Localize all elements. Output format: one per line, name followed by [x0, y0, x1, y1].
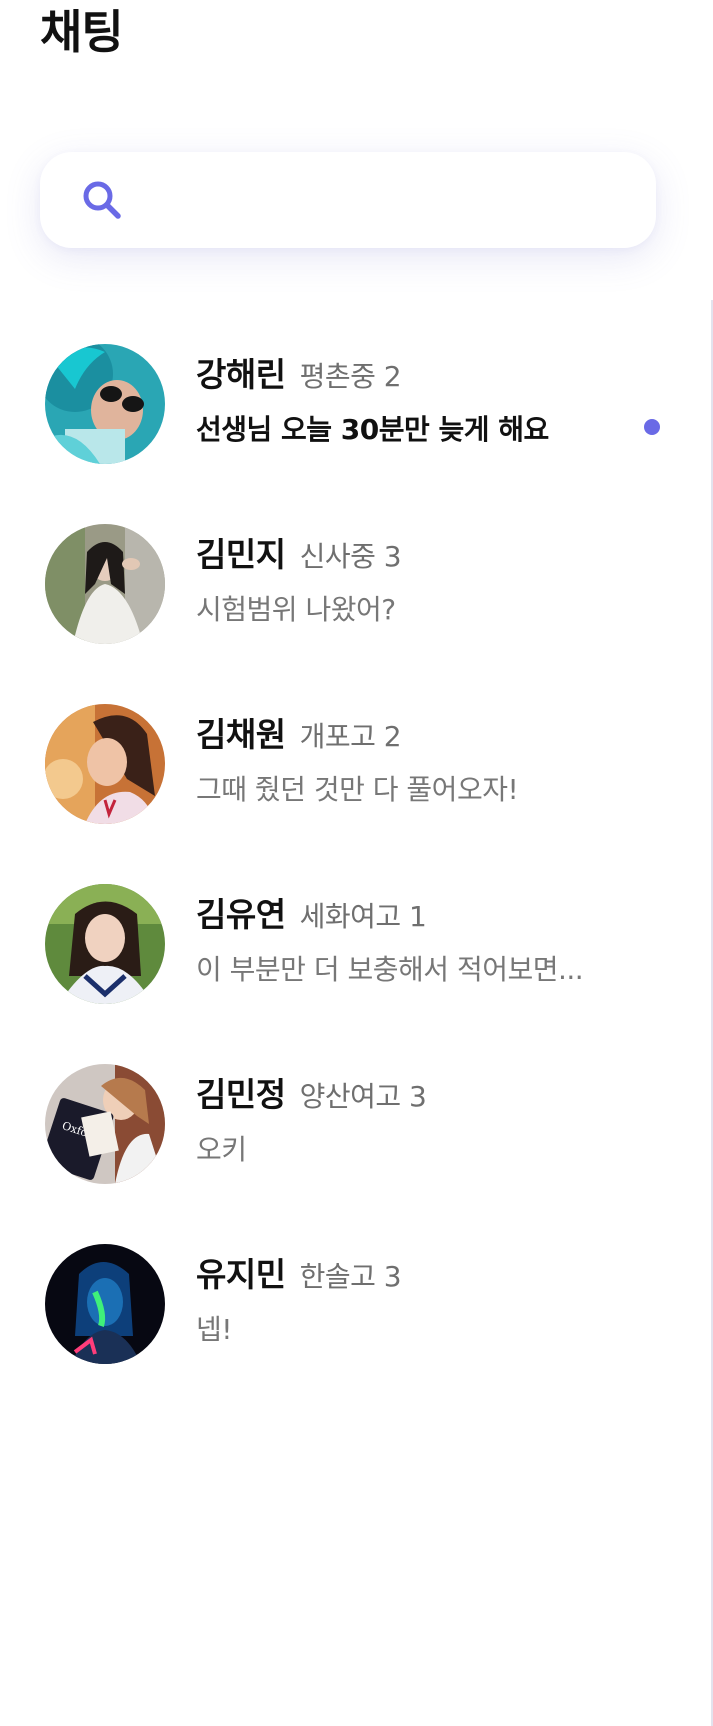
avatar: [45, 884, 165, 1004]
contact-school: 개포고 2: [299, 720, 402, 753]
avatar: Oxford: [45, 1064, 165, 1184]
avatar: [45, 1244, 165, 1364]
chat-item-kim-yuyeon[interactable]: 김유연 세화여고 1 이 부분만 더 보충해서 적어보면...: [0, 880, 700, 1030]
chat-item-kim-chaewon[interactable]: 김채원 개포고 2 그때 줬던 것만 다 풀어오자!: [0, 700, 700, 850]
search-bar[interactable]: [40, 152, 656, 248]
contact-name: 김채원 개포고 2: [196, 715, 402, 754]
last-message: 이 부분만 더 보충해서 적어보면...: [196, 953, 584, 986]
contact-school: 세화여고 1: [299, 900, 427, 933]
contact-school: 평촌중 2: [299, 360, 402, 393]
contact-name: 김민정 양산여고 3: [196, 1075, 427, 1114]
last-message: 넵!: [196, 1313, 233, 1346]
unread-indicator: [644, 419, 660, 435]
last-message: 선생님 오늘 30분만 늦게 해요: [196, 413, 549, 446]
contact-school: 한솔고 3: [299, 1260, 402, 1293]
chat-item-kang-haerin[interactable]: 강해린 평촌중 2 선생님 오늘 30분만 늦게 해요: [0, 340, 700, 490]
search-input[interactable]: [140, 176, 634, 226]
avatar: [45, 524, 165, 644]
contact-school: 양산여고 3: [299, 1080, 427, 1113]
chat-item-yu-jimin[interactable]: 유지민 한솔고 3 넵!: [0, 1240, 700, 1390]
contact-name: 김유연 세화여고 1: [196, 895, 427, 934]
page-title: 채팅: [40, 5, 124, 59]
last-message: 오키: [196, 1133, 247, 1166]
contact-name: 김민지 신사중 3: [196, 535, 402, 574]
chat-item-kim-minji[interactable]: 김민지 신사중 3 시험범위 나왔어?: [0, 520, 700, 670]
avatar: [45, 704, 165, 824]
chat-item-kim-minjeong[interactable]: Oxford 김민정 양산여고 3 오키: [0, 1060, 700, 1210]
contact-name: 강해린 평촌중 2: [196, 355, 402, 394]
last-message: 그때 줬던 것만 다 풀어오자!: [196, 773, 519, 806]
contact-name: 유지민 한솔고 3: [196, 1255, 402, 1294]
last-message: 시험범위 나왔어?: [196, 593, 396, 626]
contact-school: 신사중 3: [299, 540, 402, 573]
search-icon[interactable]: [80, 178, 124, 222]
avatar: [45, 344, 165, 464]
